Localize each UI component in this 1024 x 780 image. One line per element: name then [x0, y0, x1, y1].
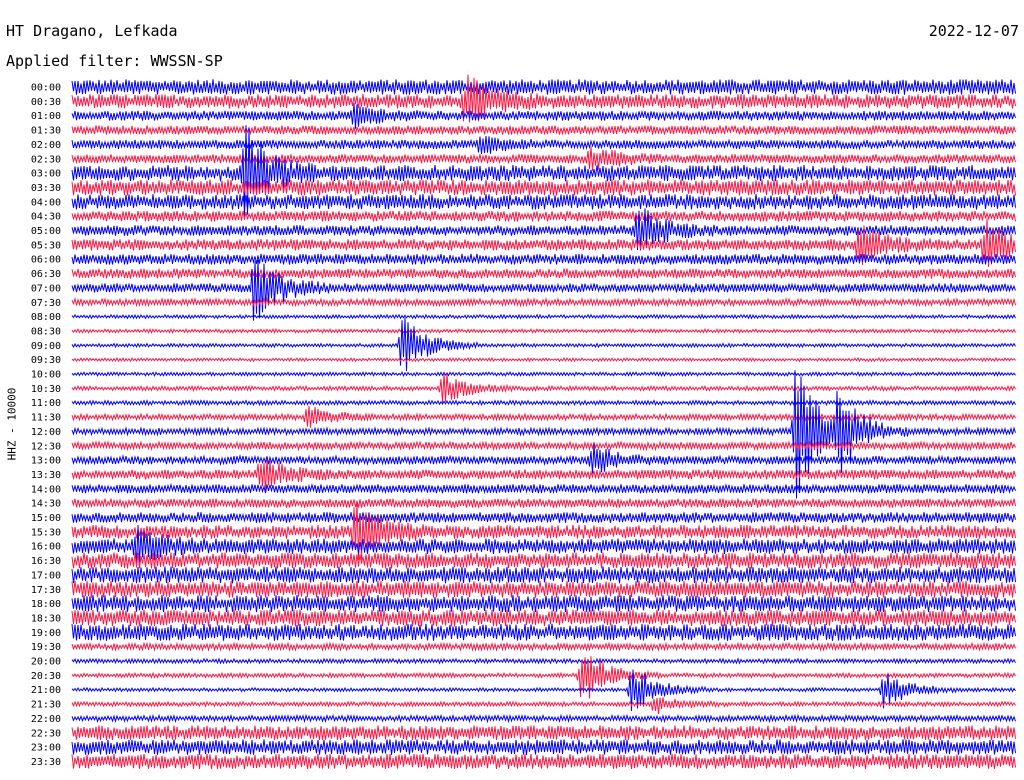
time-label: 16:30	[31, 556, 61, 567]
trace-1500	[71, 512, 1016, 524]
trace-1100	[71, 399, 1016, 407]
trace-1630	[71, 552, 1016, 569]
trace-0400	[71, 194, 1016, 210]
trace-0130	[71, 124, 1016, 136]
time-label: 13:30	[31, 470, 61, 481]
trace-2130	[71, 697, 1016, 715]
trace-0830	[71, 327, 1016, 334]
time-label: 20:30	[31, 671, 61, 682]
time-label: 06:30	[31, 269, 61, 280]
time-label: 20:00	[31, 657, 61, 668]
time-label: 04:00	[31, 197, 61, 208]
trace-2200	[71, 713, 1016, 724]
time-label: 18:30	[31, 613, 61, 624]
time-label: 10:30	[31, 384, 61, 395]
time-label: 05:00	[31, 226, 61, 237]
time-label: 03:00	[31, 169, 61, 180]
trace-1230	[71, 440, 1016, 452]
time-label: 07:00	[31, 283, 61, 294]
time-label: 00:00	[31, 83, 61, 94]
time-label: 22:30	[31, 728, 61, 739]
time-label: 00:30	[31, 97, 61, 108]
time-label: 14:00	[31, 484, 61, 495]
trace-0430	[71, 210, 1016, 222]
time-label: 10:00	[31, 370, 61, 381]
time-label: 23:00	[31, 743, 61, 754]
trace-0100	[71, 103, 1016, 129]
trace-0930	[71, 357, 1016, 363]
time-label: 23:30	[31, 757, 61, 768]
time-label: 02:00	[31, 140, 61, 151]
trace-0700	[71, 259, 1016, 321]
time-label: 19:00	[31, 628, 61, 639]
trace-1000	[71, 371, 1016, 378]
time-label: 03:30	[31, 183, 61, 194]
time-label: 09:00	[31, 341, 61, 352]
helicorder-plot: 00:00 00:30 01:00 01:30 02:00 02:30 03:00 03:30…	[31, 74, 1016, 770]
trace-1730	[71, 580, 1016, 598]
trace-0000	[71, 79, 1016, 95]
trace-0630	[71, 267, 1016, 280]
time-label: 15:00	[31, 513, 61, 524]
trace-0800	[71, 313, 1016, 320]
time-label: 21:30	[31, 700, 61, 711]
trace-0600	[71, 253, 1016, 265]
time-label: 12:00	[31, 427, 61, 438]
trace-0200	[71, 136, 1016, 154]
time-label: 21:00	[31, 685, 61, 696]
time-label: 12:30	[31, 441, 61, 452]
trace-2030	[71, 656, 1016, 699]
trace-2330	[71, 753, 1016, 770]
trace-1430	[71, 497, 1016, 509]
time-label: 06:00	[31, 255, 61, 266]
trace-0230	[71, 146, 1016, 171]
time-label: 22:00	[31, 714, 61, 725]
time-label: 01:30	[31, 126, 61, 137]
trace-0330	[71, 179, 1016, 196]
trace-group	[71, 74, 1016, 770]
time-label-group: 00:00 00:30 01:00 01:30 02:00 02:30 03:00 03:30…	[31, 83, 61, 768]
time-label: 01:00	[31, 111, 61, 122]
trace-0900	[71, 317, 1016, 372]
time-label: 13:00	[31, 456, 61, 467]
time-label: 09:30	[31, 355, 61, 366]
trace-2000	[71, 657, 1016, 665]
trace-2230	[71, 725, 1016, 741]
trace-0730	[71, 296, 1016, 308]
trace-1700	[71, 566, 1016, 584]
trace-1800	[71, 595, 1016, 613]
time-label: 19:30	[31, 642, 61, 653]
time-label: 08:00	[31, 312, 61, 323]
trace-1130	[71, 405, 1016, 428]
time-label: 16:00	[31, 542, 61, 553]
time-label: 11:30	[31, 413, 61, 424]
trace-1030	[71, 373, 1016, 404]
time-label: 11:00	[31, 398, 61, 409]
time-label: 17:00	[31, 570, 61, 581]
trace-1830	[71, 609, 1016, 627]
time-label: 04:30	[31, 212, 61, 223]
time-label: 18:00	[31, 599, 61, 610]
time-label: 07:30	[31, 298, 61, 309]
trace-1400	[71, 482, 1016, 495]
trace-1930	[71, 641, 1016, 652]
time-label: 05:30	[31, 240, 61, 251]
time-label: 17:30	[31, 585, 61, 596]
time-label: 14:30	[31, 499, 61, 510]
trace-1900	[71, 623, 1016, 641]
time-label: 15:30	[31, 527, 61, 538]
time-label: 02:30	[31, 154, 61, 165]
time-label: 08:30	[31, 326, 61, 337]
trace-2300	[71, 739, 1016, 755]
